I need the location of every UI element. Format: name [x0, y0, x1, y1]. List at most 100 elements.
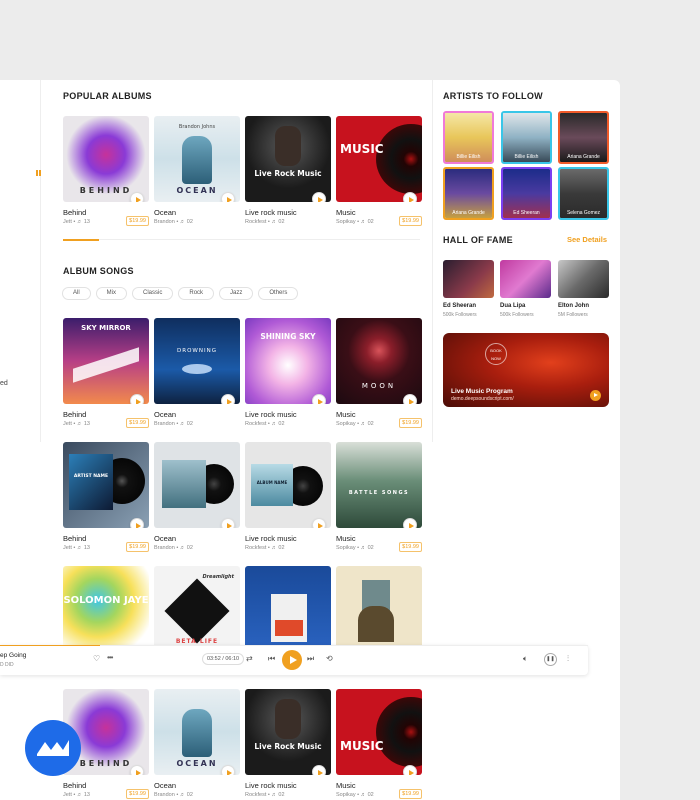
play-icon[interactable]: [130, 192, 144, 202]
filter-jazz[interactable]: Jazz: [219, 287, 254, 300]
album-cover[interactable]: MOON: [336, 318, 422, 404]
song-card[interactable]: Live Rock Music Live rock music Rockfest…: [245, 689, 331, 798]
song-title[interactable]: Ocean: [154, 534, 176, 543]
banner-play-icon[interactable]: [590, 390, 601, 401]
song-card[interactable]: DROWNING Ocean Brandon • ♬ 02: [154, 318, 240, 427]
repeat-icon[interactable]: ⟲: [326, 654, 333, 663]
filter-others[interactable]: Others: [258, 287, 299, 300]
song-card[interactable]: BATTLE SONGS Music Sopikay • ♬ 02 $19.99: [336, 442, 422, 552]
album-cover[interactable]: Brandon Johns OCEAN: [154, 116, 240, 202]
filter-classic[interactable]: Classic: [132, 287, 174, 300]
play-icon[interactable]: [403, 765, 417, 775]
song-title[interactable]: Ocean: [154, 781, 176, 790]
play-icon[interactable]: [221, 394, 235, 404]
album-title[interactable]: Behind: [63, 208, 86, 217]
song-title[interactable]: Music: [336, 410, 356, 419]
artist-tile[interactable]: Billie Eilish: [501, 111, 552, 164]
play-icon[interactable]: [403, 394, 417, 404]
album-cover[interactable]: [245, 566, 331, 652]
equalizer-icon[interactable]: ⫶: [567, 654, 569, 664]
popular-album-card[interactable]: Live Rock Music Live rock music Rockfest…: [245, 116, 331, 225]
song-card[interactable]: Dreamlight BETA LIFE: [154, 566, 240, 652]
filter-rock[interactable]: Rock: [178, 287, 215, 300]
song-card[interactable]: SKY MIRROR Behind Jett • ♬ 13 $19.99: [63, 318, 149, 428]
more-icon[interactable]: •••: [107, 653, 113, 662]
see-details-link[interactable]: See Details: [567, 235, 607, 244]
filter-all[interactable]: All: [62, 287, 91, 300]
song-card[interactable]: [336, 566, 422, 652]
song-card[interactable]: ARTIST NAME Behind Jett • ♬ 13 $19.99: [63, 442, 149, 552]
artist-tile[interactable]: Ariana Grande: [443, 167, 494, 220]
song-card[interactable]: OCEAN Ocean Brandon • ♬ 02: [154, 689, 240, 798]
banner-url[interactable]: demo.deepsoundscript.com/: [451, 396, 514, 402]
book-now-badge[interactable]: BOOK NOW: [485, 343, 507, 365]
song-card[interactable]: MUSIC Music Sopikay • ♬ 02 $19.99: [336, 689, 422, 799]
next-icon[interactable]: ⏭: [307, 654, 314, 664]
collapse-handle[interactable]: [36, 163, 42, 176]
play-icon[interactable]: [403, 192, 417, 202]
heart-icon[interactable]: ♡: [93, 654, 100, 663]
album-cover[interactable]: [336, 566, 422, 652]
live-music-banner[interactable]: BOOK NOW Live Music Program demo.deepsou…: [443, 333, 609, 407]
play-icon[interactable]: [221, 765, 235, 775]
hall-of-fame-item[interactable]: Dua Lipa 500k Followers: [500, 260, 551, 318]
pause-circle-icon[interactable]: ❚❚: [544, 653, 557, 666]
song-card[interactable]: [245, 566, 331, 652]
popular-album-card[interactable]: MUSIC Music Sopikay • ♬ 02 $19.99: [336, 116, 422, 226]
popular-album-card[interactable]: BEHIND Behind Jett • ♬ 13 $19.99: [63, 116, 149, 226]
album-cover[interactable]: MUSIC: [336, 116, 422, 202]
song-card[interactable]: ALBUM NAME Live rock music Rockfest • ♬ …: [245, 442, 331, 551]
filter-mix[interactable]: Mix: [95, 287, 128, 300]
artist-tile[interactable]: Billie Eilish: [443, 111, 494, 164]
play-icon[interactable]: [130, 765, 144, 775]
album-title[interactable]: Music: [336, 208, 356, 217]
shuffle-icon[interactable]: ⇄: [246, 654, 253, 663]
song-card[interactable]: SHINING SKY Live rock music Rockfest • ♬…: [245, 318, 331, 427]
play-icon[interactable]: [221, 192, 235, 202]
song-card[interactable]: MOON Music Sopikay • ♬ 02 $19.99: [336, 318, 422, 428]
song-title[interactable]: Behind: [63, 781, 86, 790]
song-card[interactable]: Ocean Brandon • ♬ 02: [154, 442, 240, 551]
hall-of-fame-item[interactable]: Elton John 5M Followers: [558, 260, 609, 318]
album-cover[interactable]: SHINING SKY: [245, 318, 331, 404]
play-icon[interactable]: [312, 765, 326, 775]
album-cover[interactable]: DROWNING: [154, 318, 240, 404]
album-cover[interactable]: Live Rock Music: [245, 689, 331, 775]
play-icon[interactable]: [403, 518, 417, 528]
song-card[interactable]: SOLOMON JAYE: [63, 566, 149, 652]
album-cover[interactable]: BATTLE SONGS: [336, 442, 422, 528]
song-title[interactable]: Live rock music: [245, 410, 297, 419]
popular-album-card[interactable]: Brandon Johns OCEAN Ocean Brandon • ♬ 02: [154, 116, 240, 225]
play-button[interactable]: [282, 650, 302, 670]
volume-icon[interactable]: 🔈︎: [523, 654, 528, 664]
album-title[interactable]: Ocean: [154, 208, 176, 217]
hall-of-fame-item[interactable]: Ed Sheeran 500k Followers: [443, 260, 494, 318]
song-title[interactable]: Music: [336, 534, 356, 543]
album-cover[interactable]: ARTIST NAME: [63, 442, 149, 528]
album-cover[interactable]: SOLOMON JAYE: [63, 566, 149, 652]
song-title[interactable]: Behind: [63, 410, 86, 419]
song-title[interactable]: Live rock music: [245, 534, 297, 543]
album-cover[interactable]: ALBUM NAME: [245, 442, 331, 528]
play-icon[interactable]: [312, 518, 326, 528]
play-icon[interactable]: [221, 518, 235, 528]
artist-tile[interactable]: Ed Sheeran: [501, 167, 552, 220]
album-cover[interactable]: OCEAN: [154, 689, 240, 775]
album-cover[interactable]: Dreamlight BETA LIFE: [154, 566, 240, 652]
song-title[interactable]: Live rock music: [245, 781, 297, 790]
play-icon[interactable]: [130, 394, 144, 404]
album-cover[interactable]: Live Rock Music: [245, 116, 331, 202]
album-cover[interactable]: [154, 442, 240, 528]
album-title[interactable]: Live rock music: [245, 208, 297, 217]
album-cover[interactable]: SKY MIRROR: [63, 318, 149, 404]
song-title[interactable]: Ocean: [154, 410, 176, 419]
song-title[interactable]: Behind: [63, 534, 86, 543]
play-icon[interactable]: [312, 192, 326, 202]
play-icon[interactable]: [130, 518, 144, 528]
album-cover[interactable]: BEHIND: [63, 116, 149, 202]
artist-tile[interactable]: Selena Gomez: [558, 167, 609, 220]
album-cover[interactable]: MUSIC: [336, 689, 422, 775]
play-icon[interactable]: [312, 394, 326, 404]
song-title[interactable]: Music: [336, 781, 356, 790]
previous-icon[interactable]: ⏮: [268, 654, 275, 664]
